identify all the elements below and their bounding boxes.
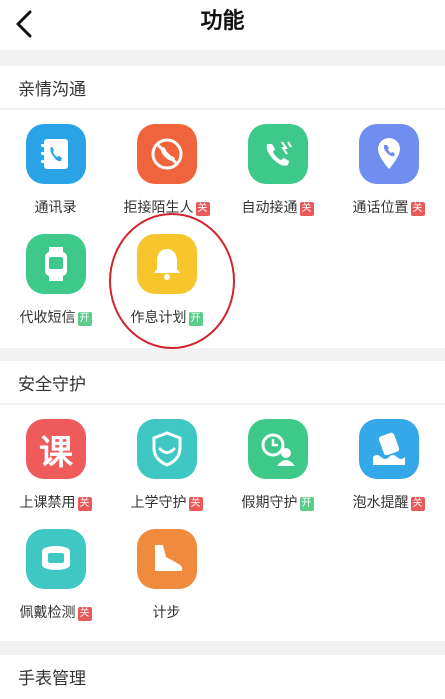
auto-answer-icon — [248, 124, 308, 184]
tile-class-disable[interactable]: 课 上课禁用关 — [0, 419, 111, 539]
tile-label: 拒接陌生人关 — [123, 200, 210, 216]
tile-label: 佩戴检测关 — [19, 605, 92, 621]
tile-block-strangers[interactable]: 拒接陌生人关 — [111, 124, 222, 244]
tile-label: 代收短信开 — [19, 310, 92, 326]
status-badge: 关 — [410, 202, 425, 216]
wear-detect-icon — [26, 529, 86, 589]
status-badge: 关 — [410, 497, 425, 511]
tile-label: 通讯录 — [34, 200, 77, 216]
tile-schedule[interactable]: 作息计划开 — [111, 234, 222, 354]
status-badge: 关 — [299, 202, 314, 216]
status-badge: 开 — [77, 312, 92, 326]
header-bar: 功能 — [0, 0, 445, 50]
bell-icon — [137, 234, 197, 294]
tile-label: 假期守护开 — [241, 495, 314, 511]
tile-label: 上学守护关 — [130, 495, 203, 511]
status-badge: 关 — [77, 607, 92, 621]
class-character-icon: 课 — [26, 419, 86, 479]
shoe-step-icon — [137, 529, 197, 589]
water-alert-icon — [359, 419, 419, 479]
tile-auto-answer[interactable]: 自动接通关 — [222, 124, 333, 244]
shield-smile-icon — [137, 419, 197, 479]
status-badge: 关 — [188, 497, 203, 511]
status-badge: 关 — [195, 202, 210, 216]
tile-contacts[interactable]: 通讯录 — [0, 124, 111, 244]
tile-label: 泡水提醒关 — [352, 495, 425, 511]
tile-step-count[interactable]: 计步 — [111, 529, 222, 649]
status-badge: 开 — [188, 312, 203, 326]
call-location-icon — [359, 124, 419, 184]
grid-family: 通讯录 拒接陌生人关 自动接通关 通话位置关 代收短信开 作息计划开 — [0, 110, 445, 348]
tile-call-location[interactable]: 通话位置关 — [333, 124, 444, 244]
status-badge: 开 — [299, 497, 314, 511]
section-title: 手表管理 — [18, 669, 86, 689]
status-badge: 关 — [77, 497, 92, 511]
tile-label: 通话位置关 — [352, 200, 425, 216]
block-call-icon — [137, 124, 197, 184]
tile-label: 作息计划开 — [130, 310, 203, 326]
tile-label: 计步 — [152, 605, 181, 621]
tile-wear-detect[interactable]: 佩戴检测关 — [0, 529, 111, 649]
tile-holiday-guard[interactable]: 假期守护开 — [222, 419, 333, 539]
tile-school-guard[interactable]: 上学守护关 — [111, 419, 222, 539]
tile-water-alert[interactable]: 泡水提醒关 — [333, 419, 444, 539]
grid-safety: 课 上课禁用关 上学守护关 假期守护开 泡水提醒关 佩戴检测关 计步 — [0, 405, 445, 641]
tile-sms-proxy[interactable]: 代收短信开 — [0, 234, 111, 354]
section-title: 亲情沟通 — [18, 80, 86, 100]
section-title: 安全守护 — [18, 375, 86, 395]
tile-label: 上课禁用关 — [19, 495, 92, 511]
contacts-book-icon — [26, 124, 86, 184]
page-title: 功能 — [200, 9, 245, 34]
section-header-family: 亲情沟通 — [0, 66, 445, 108]
tile-label: 自动接通关 — [241, 200, 314, 216]
section-header-watch: 手表管理 — [0, 655, 445, 699]
watch-sms-icon — [26, 234, 86, 294]
section-header-safety: 安全守护 — [0, 361, 445, 403]
holiday-guard-icon — [248, 419, 308, 479]
